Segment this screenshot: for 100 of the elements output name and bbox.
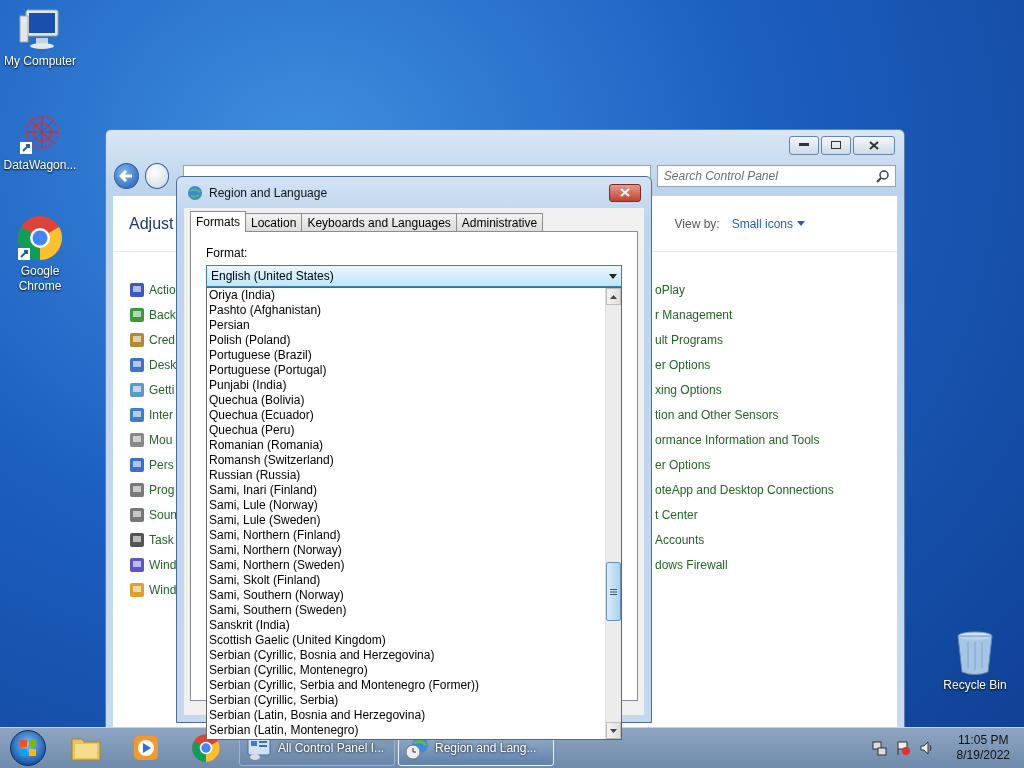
format-dropdown[interactable]: English (United States): [206, 265, 622, 287]
applet-link[interactable]: dows Firewall: [655, 557, 728, 572]
folder-icon: [71, 735, 101, 761]
minimize-button[interactable]: [789, 135, 819, 155]
applet-link[interactable]: tion and Other Sensors: [655, 407, 779, 422]
forward-button[interactable]: [144, 163, 170, 189]
format-option[interactable]: Sami, Lule (Norway): [209, 498, 605, 513]
format-option[interactable]: Sami, Inari (Finland): [209, 483, 605, 498]
format-option[interactable]: Polish (Poland): [209, 333, 605, 348]
applet-icon: [129, 531, 145, 548]
format-option[interactable]: Persian: [209, 318, 605, 333]
applet-link[interactable]: ult Programs: [655, 332, 724, 347]
applet-link[interactable]: oPlay: [655, 282, 686, 297]
speaker-icon: [918, 740, 935, 756]
scrollbar[interactable]: [605, 288, 621, 739]
applet-link[interactable]: er Options: [655, 357, 711, 372]
format-option[interactable]: Quechua (Peru): [209, 423, 605, 438]
format-option[interactable]: Scottish Gaelic (United Kingdom): [209, 633, 605, 648]
applet-link[interactable]: Accounts: [655, 532, 705, 547]
applet-link[interactable]: Desk: [149, 357, 177, 372]
format-option[interactable]: Serbian (Cyrillic, Serbia and Montenegro (Former)): [209, 678, 605, 693]
applet-icon: [129, 481, 145, 498]
back-button[interactable]: [114, 163, 139, 189]
format-option[interactable]: Serbian (Cyrillic, Montenegro): [209, 663, 605, 678]
maximize-button[interactable]: [821, 135, 851, 155]
desktop-icon-label[interactable]: Recycle Bin: [943, 678, 1007, 693]
applet-link[interactable]: Actio: [149, 282, 176, 297]
format-option[interactable]: Serbian (Latin, Bosnia and Herzegovina): [209, 708, 605, 723]
format-option[interactable]: Quechua (Ecuador): [209, 408, 605, 423]
applet-link[interactable]: Prog: [149, 482, 175, 497]
page-heading: Adjust: [129, 214, 174, 233]
format-option[interactable]: Sami, Northern (Finland): [209, 528, 605, 543]
applet-link[interactable]: Mou: [149, 432, 173, 447]
close-icon: [869, 140, 879, 150]
tab[interactable]: Location: [245, 213, 303, 232]
applet-link[interactable]: xing Options: [655, 382, 722, 397]
caret-icon: [609, 273, 617, 279]
applet-link[interactable]: oteApp and Desktop Connections: [655, 482, 834, 497]
grip-icon: [610, 588, 617, 595]
close-button[interactable]: [609, 183, 641, 202]
flag-icon: [894, 740, 911, 756]
applet-link[interactable]: Soun: [149, 507, 178, 522]
search-icon: [876, 169, 889, 183]
globe-icon: [187, 184, 203, 201]
clock-time[interactable]: 11:05 PM: [958, 733, 1009, 748]
applet-icon: [129, 381, 145, 398]
desktop-icon-label[interactable]: My Computer: [4, 54, 76, 69]
applet-icon: [129, 581, 145, 598]
close-button[interactable]: [853, 135, 895, 155]
applet-link[interactable]: Getti: [149, 382, 175, 397]
view-mode-dropdown[interactable]: Small icons: [731, 216, 805, 231]
format-option[interactable]: Sami, Southern (Norway): [209, 588, 605, 603]
caret-icon: [797, 221, 805, 226]
format-option[interactable]: Pashto (Afghanistan): [209, 303, 605, 318]
applet-link[interactable]: Pers: [149, 457, 174, 472]
desktop-icon-label[interactable]: DataWagon...: [3, 158, 77, 173]
tab[interactable]: Formats: [190, 211, 246, 232]
format-option[interactable]: Russian (Russia): [209, 468, 605, 483]
applet-link[interactable]: Inter: [149, 407, 173, 422]
search-field[interactable]: Search Control Panel: [656, 165, 896, 187]
close-icon: [620, 188, 630, 197]
format-option[interactable]: Sami, Northern (Sweden): [209, 558, 605, 573]
applet-link[interactable]: Wind: [149, 582, 177, 597]
applet-icon: [129, 506, 145, 523]
format-option[interactable]: Quechua (Bolivia): [209, 393, 605, 408]
applet-icon: [129, 406, 145, 423]
format-option[interactable]: Romansh (Switzerland): [209, 453, 605, 468]
applet-link[interactable]: r Management: [655, 307, 733, 322]
applet-link[interactable]: Back: [149, 307, 176, 322]
format-option[interactable]: Portuguese (Portugal): [209, 363, 605, 378]
tab[interactable]: Administrative: [455, 213, 544, 232]
applet-icon: [129, 556, 145, 573]
tab[interactable]: Keyboards and Languages: [301, 213, 457, 232]
format-option[interactable]: Punjabi (India): [209, 378, 605, 393]
applet-link[interactable]: Wind: [149, 557, 177, 572]
format-option[interactable]: Serbian (Cyrillic, Bosnia and Herzegovina): [209, 648, 605, 663]
back-arrow-icon: [119, 170, 134, 182]
applet-icon: [129, 456, 145, 473]
windows-logo-icon: [19, 739, 37, 757]
format-option[interactable]: Oriya (India): [209, 288, 605, 303]
format-option[interactable]: Sami, Southern (Sweden): [209, 603, 605, 618]
start-button[interactable]: [10, 730, 46, 766]
format-option[interactable]: Sanskrit (India): [209, 618, 605, 633]
desktop-icon-label[interactable]: Google Chrome: [0, 264, 80, 294]
network-graph-icon: [18, 112, 62, 156]
format-option[interactable]: Sami, Lule (Sweden): [209, 513, 605, 528]
format-option[interactable]: Sami, Northern (Norway): [209, 543, 605, 558]
applet-link[interactable]: t Center: [655, 507, 698, 522]
format-option[interactable]: Serbian (Cyrillic, Serbia): [209, 693, 605, 708]
applet-link[interactable]: ormance Information and Tools: [655, 432, 820, 447]
applet-link[interactable]: Cred: [149, 332, 175, 347]
format-option[interactable]: Portuguese (Brazil): [209, 348, 605, 363]
clock-date[interactable]: 8/19/2022: [956, 748, 1010, 763]
maximize-icon: [831, 141, 841, 149]
format-option[interactable]: Sami, Skolt (Finland): [209, 573, 605, 588]
up-arrow-icon: [610, 294, 617, 299]
applet-icon: [129, 281, 145, 298]
applet-link[interactable]: er Options: [655, 457, 711, 472]
applet-link[interactable]: Task: [149, 532, 174, 547]
format-option[interactable]: Romanian (Romania): [209, 438, 605, 453]
